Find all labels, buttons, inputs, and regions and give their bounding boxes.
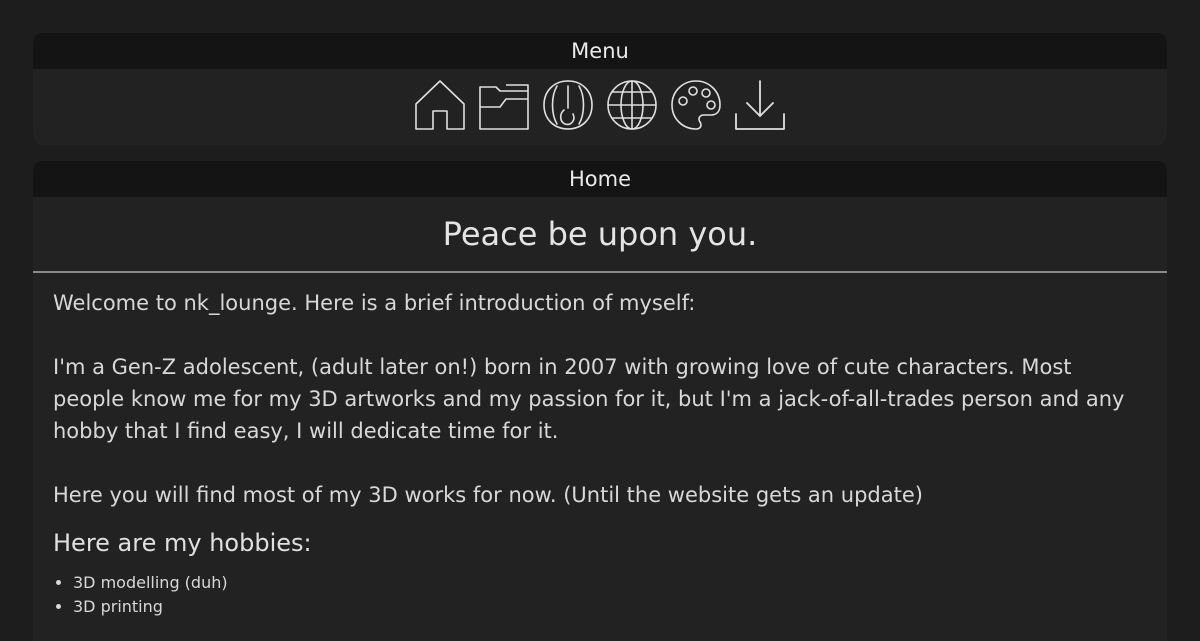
home-panel: Home Peace be upon you. Welcome to nk_lo… [33,161,1167,641]
home-content: Welcome to nk_lounge. Here is a brief in… [33,273,1167,619]
greeting-heading: Peace be upon you. [33,197,1167,273]
about-text: I'm a Gen-Z adolescent, (adult later on!… [53,355,1125,443]
hobby-list: 3D modelling (duh) 3D printing [53,571,1147,619]
hobbies-heading: Here are my hobbies: [53,529,312,557]
home-title: Home [33,161,1167,197]
globe-icon[interactable] [607,80,657,130]
menu-panel: Menu [33,33,1167,145]
palette-icon[interactable] [671,80,721,130]
menu-title: Menu [33,33,1167,69]
3d-icon[interactable] [543,80,593,130]
intro-text: Welcome to nk_lounge. Here is a brief in… [53,291,696,315]
home-icon[interactable] [415,80,465,130]
download-icon[interactable] [735,80,785,130]
menu-icon-row [33,69,1167,130]
works-note-text: Here you will find most of my 3D works f… [53,483,923,507]
list-item: 3D printing [73,595,1147,619]
list-item: 3D modelling (duh) [73,571,1147,595]
folder-icon[interactable] [479,80,529,130]
